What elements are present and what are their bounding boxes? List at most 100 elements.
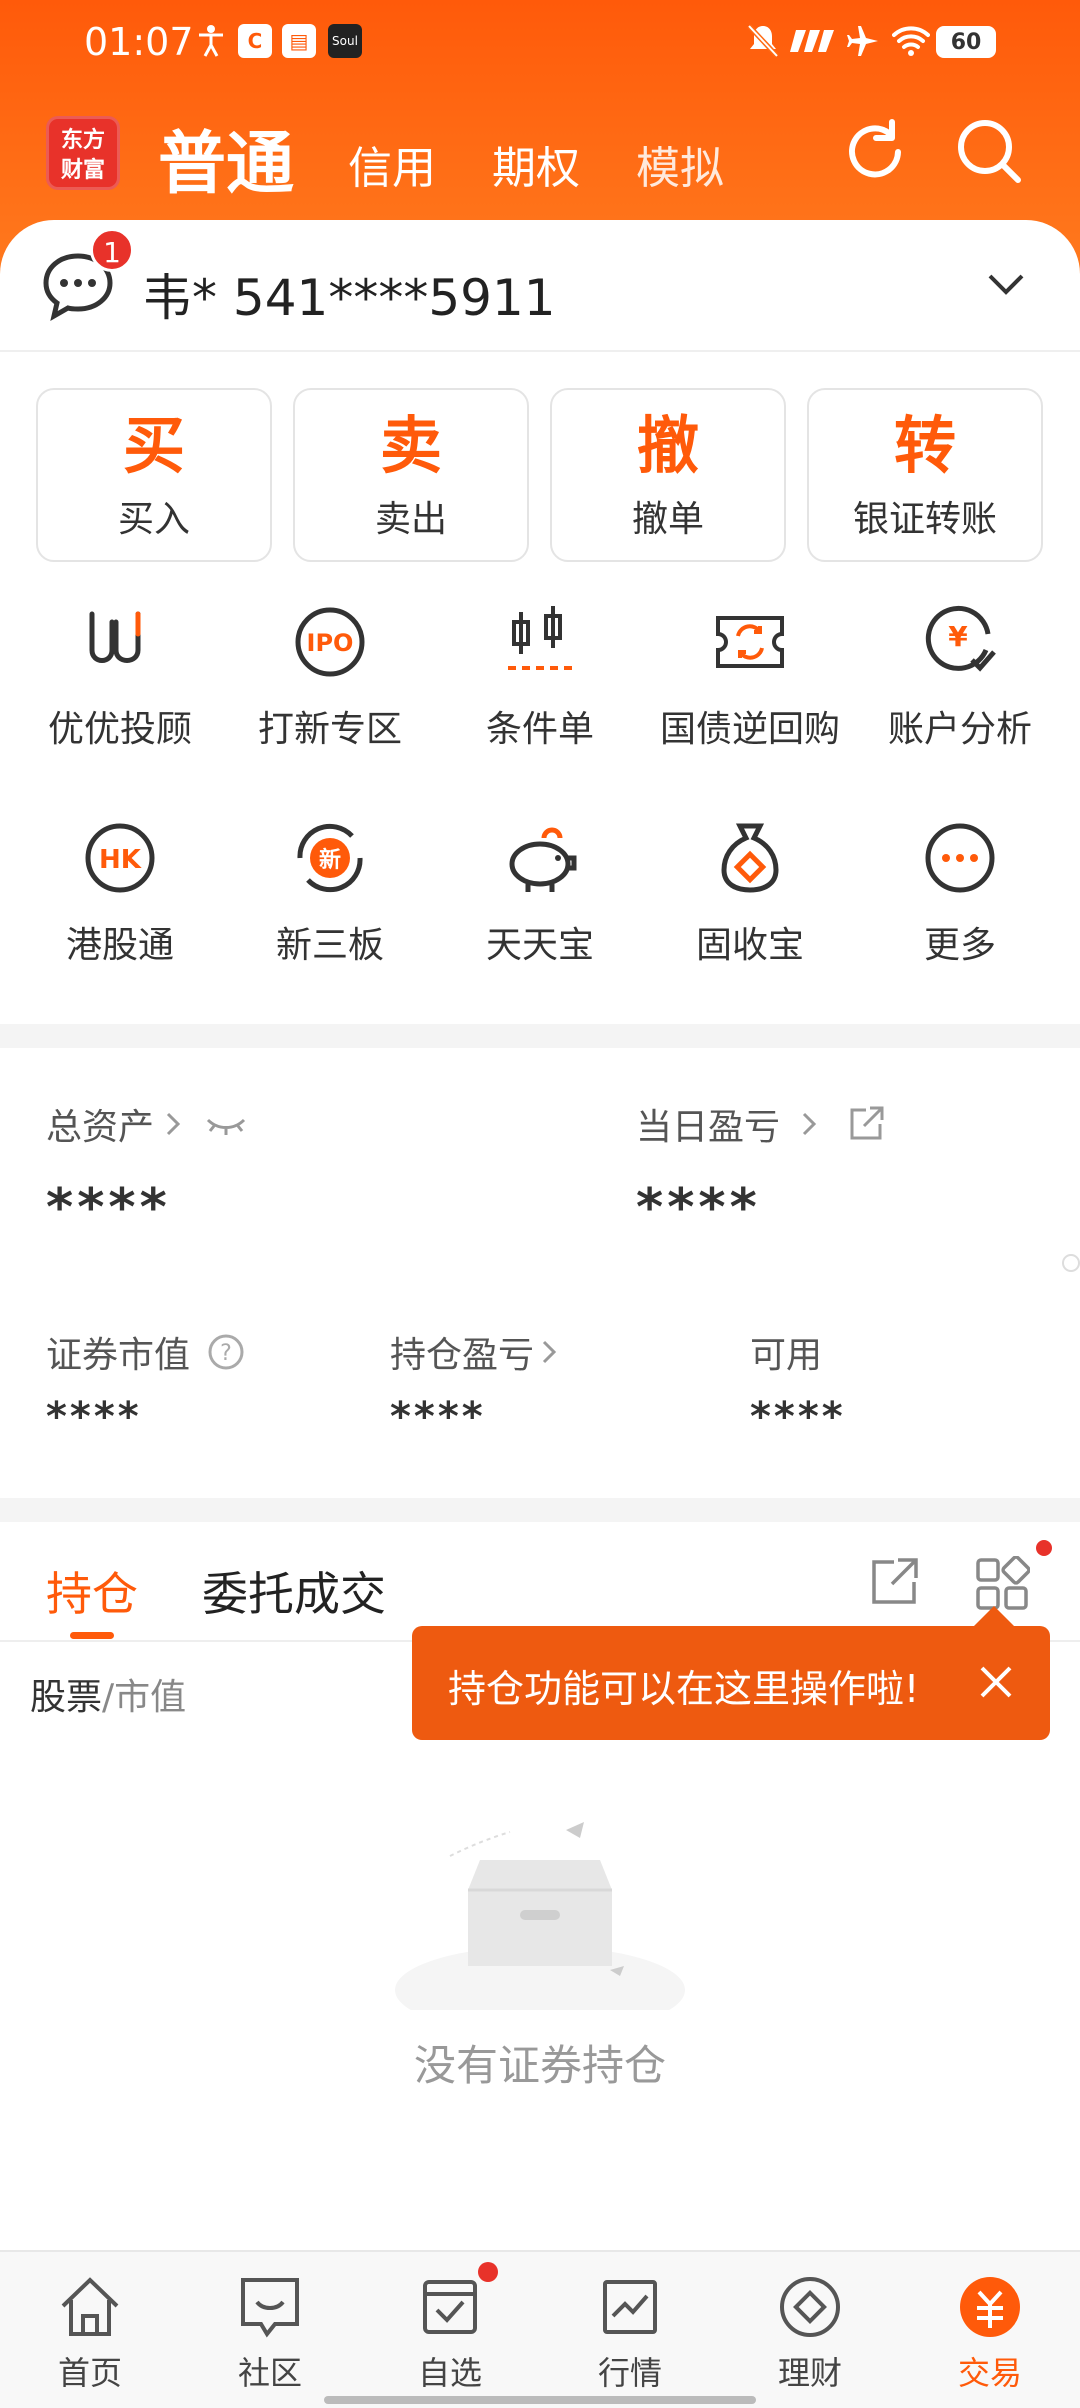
search-icon[interactable]: [954, 116, 1024, 186]
mute-icon: [746, 22, 780, 60]
nav-label: 理财: [777, 2354, 842, 2392]
market-value-value: ****: [46, 1394, 142, 1440]
tab-orders-trades[interactable]: 委托成交: [202, 1558, 386, 1624]
section-divider: [0, 1498, 1080, 1522]
holding-pl-value: ****: [390, 1394, 486, 1440]
cancel-order-button[interactable]: 撤 撤单: [550, 388, 786, 562]
account-id: 韦* 541****5911: [142, 269, 556, 327]
chevron-down-icon[interactable]: [986, 268, 1026, 300]
notification-dot: [1036, 1540, 1052, 1556]
grid-label: 条件单: [485, 709, 594, 750]
daily-pl-label[interactable]: 当日盈亏: [636, 1098, 886, 1150]
grid-label: 打新专区: [257, 709, 402, 750]
new-third-board-icon: 新: [297, 823, 363, 893]
help-icon[interactable]: ?: [206, 1332, 246, 1372]
column-market-value: /市值: [102, 1677, 187, 1718]
status-time: 01:07: [84, 20, 194, 64]
empty-state-text: 没有证券持仓: [413, 2041, 666, 2090]
share-icon[interactable]: [846, 1104, 886, 1144]
grid-label: 固收宝: [695, 925, 804, 966]
bank-transfer-button[interactable]: 转 银证转账: [807, 388, 1043, 562]
grid-label: 港股通: [65, 925, 174, 966]
refresh-icon[interactable]: [840, 116, 910, 186]
nav-label: 社区: [237, 2354, 302, 2392]
ipo-icon: IPO: [295, 607, 365, 677]
column-stock: 股票: [30, 1677, 103, 1718]
wifi-icon: [892, 22, 930, 60]
transfer-label: 银证转账: [852, 499, 997, 540]
home-indicator: [324, 2396, 756, 2404]
watchlist-dot: [478, 2262, 498, 2282]
cancel-label: 撤单: [631, 499, 704, 540]
available-text: 可用: [750, 1335, 823, 1376]
grid-item-uu-advisor[interactable]: 优优投顾: [15, 602, 225, 752]
holding-pl-label[interactable]: 持仓盈亏: [390, 1326, 560, 1378]
section-divider: [0, 1024, 1080, 1048]
daily-pl-value: ****: [636, 1178, 761, 1238]
nav-wealth[interactable]: 理财: [720, 2272, 900, 2394]
nav-watchlist[interactable]: 自选: [360, 2272, 540, 2394]
svg-text:HK: HK: [99, 845, 142, 875]
grid-item-more[interactable]: 更多: [855, 818, 1065, 968]
grid-item-fixed-income[interactable]: 固收宝: [645, 818, 855, 968]
nav-label: 交易: [957, 2354, 1022, 2392]
total-assets-value: ****: [46, 1178, 171, 1238]
transfer-glyph: 转: [893, 409, 956, 482]
condition-order-icon: [508, 606, 572, 670]
bottom-nav: 首页 社区 自选 行情 理财 交易: [0, 2250, 1080, 2408]
app-notification-icon: C: [238, 22, 272, 60]
sell-glyph: 卖: [379, 409, 442, 482]
tab-simulation[interactable]: 模拟: [636, 132, 724, 196]
grid-item-hk-connect[interactable]: HK 港股通: [15, 818, 225, 968]
nav-label: 自选: [417, 2354, 482, 2392]
logo-line2: 财富: [60, 158, 105, 183]
piggy-bank-icon: [509, 827, 577, 892]
grid-item-reverse-repo[interactable]: 国债逆回购: [645, 602, 855, 752]
export-icon[interactable]: [868, 1556, 920, 1608]
airplane-icon: [846, 22, 880, 60]
empty-box-illustration: [395, 1822, 685, 2010]
battery-indicator: 60: [936, 26, 996, 58]
tab-normal[interactable]: 普通: [158, 108, 294, 207]
nav-market[interactable]: 行情: [540, 2272, 720, 2394]
nav-trade[interactable]: 交易: [900, 2272, 1080, 2394]
logo-line1: 东方: [60, 128, 105, 153]
tooltip-text: 持仓功能可以在这里操作啦!: [448, 1667, 920, 1711]
account-selector[interactable]: 1 韦* 541****5911: [0, 220, 1080, 352]
nav-home[interactable]: 首页: [0, 2272, 180, 2394]
tab-positions-underline: [70, 1632, 114, 1639]
app-soul-icon: Soul: [328, 22, 362, 60]
money-bag-icon: [721, 823, 779, 893]
grid-item-ipo[interactable]: IPO 打新专区: [225, 602, 435, 752]
close-icon[interactable]: [976, 1662, 1016, 1702]
tab-options[interactable]: 期权: [492, 132, 580, 196]
grid-item-tiantianbao[interactable]: 天天宝: [435, 818, 645, 968]
grid-label: 国债逆回购: [659, 709, 840, 750]
buy-button[interactable]: 买 买入: [36, 388, 272, 562]
svg-text:¥: ¥: [948, 620, 968, 653]
tab-credit[interactable]: 信用: [348, 132, 436, 196]
signal-brand-icon: [790, 22, 836, 60]
svg-text:新: 新: [319, 847, 341, 873]
tab-positions[interactable]: 持仓: [46, 1558, 138, 1624]
eye-closed-icon[interactable]: [204, 1104, 248, 1144]
wallet-icon: ▤: [282, 22, 316, 60]
grid-label: 优优投顾: [47, 709, 192, 750]
tooltip-arrow: [974, 1606, 1014, 1626]
sell-button[interactable]: 卖 卖出: [293, 388, 529, 562]
chevron-right-icon: [166, 1112, 181, 1136]
wealth-diamond-icon: [780, 2277, 840, 2337]
total-assets-label[interactable]: 总资产: [46, 1098, 248, 1150]
svg-text:?: ?: [220, 1341, 232, 1366]
grid-item-new-third-board[interactable]: 新 新三板: [225, 818, 435, 968]
uu-icon: [89, 611, 141, 663]
nav-community[interactable]: 社区: [180, 2272, 360, 2394]
repo-icon: [716, 616, 784, 668]
watchlist-icon: [423, 2280, 477, 2334]
grid-item-condition-order[interactable]: 条件单: [435, 602, 645, 752]
daily-pl-text: 当日盈亏: [636, 1107, 781, 1148]
grid-layout-icon[interactable]: [974, 1556, 1030, 1612]
grid-item-account-analysis[interactable]: ¥ 账户分析: [855, 602, 1065, 752]
community-icon: [241, 2278, 299, 2338]
account-analysis-icon: ¥: [925, 605, 996, 672]
